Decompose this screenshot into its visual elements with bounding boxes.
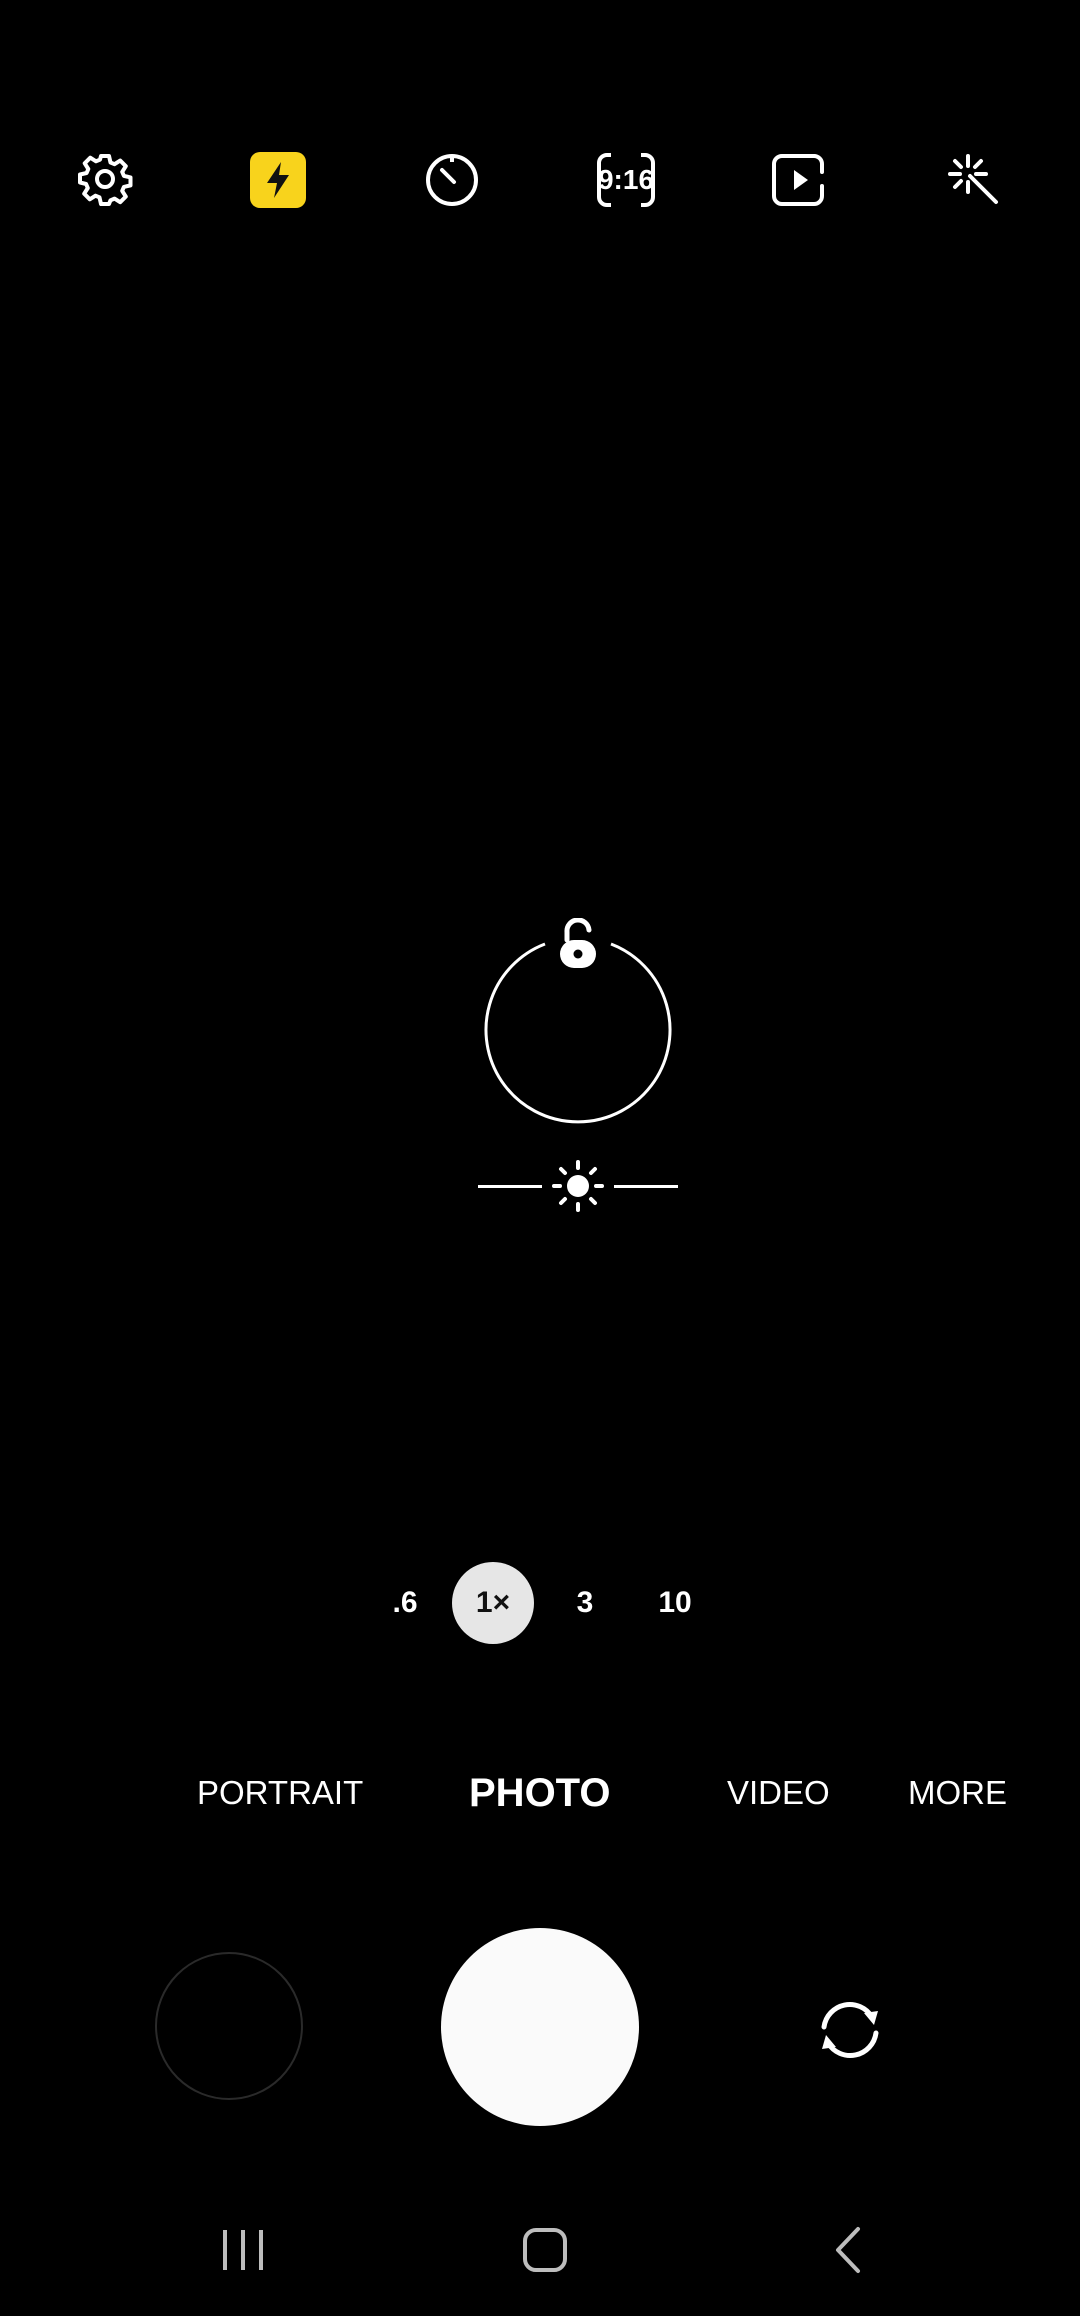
zoom-10[interactable]: 10: [634, 1562, 716, 1644]
focus-indicator[interactable]: [483, 900, 673, 1130]
flash-icon: [267, 162, 289, 198]
recents-button[interactable]: [203, 2210, 283, 2290]
flash-active-indicator: [250, 152, 306, 208]
aspect-ratio-frame-icon: 9:16: [597, 153, 655, 207]
switch-camera-icon: [821, 2002, 879, 2058]
aspect-ratio-button[interactable]: 9:16: [586, 140, 666, 220]
brightness-icon: [552, 1160, 604, 1212]
mode-portrait[interactable]: PORTRAIT: [197, 1768, 363, 1818]
mode-more[interactable]: MORE: [908, 1768, 1007, 1818]
mode-video[interactable]: VIDEO: [727, 1768, 830, 1818]
back-button[interactable]: [808, 2210, 888, 2290]
exposure-track-left: [478, 1185, 542, 1188]
ae-af-lock-button[interactable]: [557, 917, 599, 977]
zoom-0-6[interactable]: .6: [364, 1562, 446, 1644]
zoom-3[interactable]: 3: [544, 1562, 626, 1644]
zoom-label: 1×: [475, 1586, 511, 1619]
mode-label: VIDEO: [727, 1774, 830, 1811]
mode-label: MORE: [908, 1774, 1007, 1811]
zoom-label: 10: [658, 1586, 692, 1619]
switch-camera-button[interactable]: [810, 1990, 890, 2070]
mode-label: PHOTO: [469, 1770, 611, 1815]
home-button[interactable]: [505, 2210, 585, 2290]
filters-button[interactable]: [934, 140, 1014, 220]
gallery-thumbnail[interactable]: [155, 1952, 303, 2100]
gear-icon: [78, 154, 133, 206]
settings-button[interactable]: [65, 140, 145, 220]
recents-icon: [223, 2230, 263, 2270]
home-icon: [523, 2228, 567, 2272]
timer-icon: [426, 154, 478, 206]
zoom-label: .6: [392, 1586, 418, 1619]
unlock-icon: [560, 917, 596, 968]
aspect-ratio-label: 9:16: [597, 164, 655, 195]
magic-wand-icon: [948, 154, 998, 204]
motion-photo-icon: [772, 154, 824, 206]
shutter-button[interactable]: [441, 1928, 639, 2126]
mode-photo[interactable]: PHOTO: [469, 1768, 611, 1818]
flash-button[interactable]: [238, 140, 318, 220]
exposure-track-right: [614, 1185, 678, 1188]
zoom-label: 3: [576, 1586, 594, 1619]
exposure-slider[interactable]: [478, 1158, 678, 1214]
mode-label: PORTRAIT: [197, 1774, 364, 1811]
back-icon: [836, 2227, 860, 2273]
zoom-1x[interactable]: 1×: [452, 1562, 534, 1644]
motion-photo-button[interactable]: [760, 140, 840, 220]
timer-button[interactable]: [412, 140, 492, 220]
